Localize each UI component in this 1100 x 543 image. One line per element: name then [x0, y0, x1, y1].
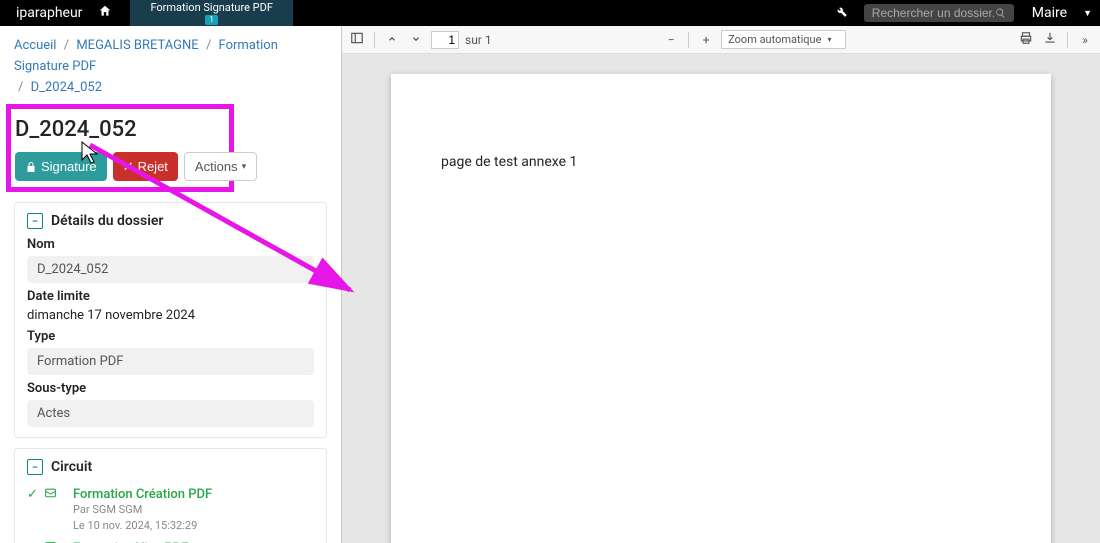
- page-down-icon[interactable]: [407, 33, 425, 47]
- pdf-page: page de test annexe 1: [391, 74, 1051, 543]
- tab-badge: 1: [205, 15, 218, 25]
- username: Maire: [1028, 5, 1071, 21]
- zoom-in-icon[interactable]: +: [697, 33, 715, 47]
- caret-down-icon[interactable]: ▼: [1077, 8, 1092, 19]
- search-box[interactable]: [864, 4, 1014, 22]
- breadcrumb-item[interactable]: D_2024_052: [31, 80, 102, 95]
- panel-title: Détails du dossier: [51, 213, 163, 229]
- circuit-panel: − Circuit ✓ Formation Création PDF Par S…: [14, 448, 327, 543]
- panel-title: Circuit: [51, 459, 92, 475]
- check-icon: ✓: [27, 487, 38, 504]
- page-input[interactable]: [431, 31, 459, 49]
- user-menu[interactable]: Maire: [1022, 5, 1077, 21]
- brand: iparapheur: [8, 5, 90, 21]
- pdf-viewer: sur 1 − + Zoom automatique ▾ » page de t…: [341, 26, 1100, 543]
- circuit-step: ✓ Formation Création PDF Par SGM SGM Le …: [27, 483, 314, 537]
- zoom-out-icon[interactable]: −: [662, 33, 680, 47]
- breadcrumb: Accueil / MEGALIS BRETAGNE / Formation S…: [14, 36, 327, 98]
- more-icon[interactable]: »: [1076, 33, 1094, 47]
- circuit-step: ✓ Formation Visa PDF Par DGS elodie.tess…: [27, 537, 314, 543]
- pdf-toolbar: sur 1 − + Zoom automatique ▾ »: [342, 26, 1100, 54]
- sidebar-toggle-icon[interactable]: [348, 31, 366, 48]
- page-total: sur 1: [465, 33, 492, 47]
- dossier-title: D_2024_052: [15, 117, 225, 142]
- field-label: Date limite: [27, 289, 314, 304]
- tab-dossier[interactable]: Formation Signature PDF 1: [130, 0, 292, 26]
- page-up-icon[interactable]: [383, 33, 401, 47]
- caret-down-icon: ▾: [242, 161, 247, 172]
- field-value: Actes: [27, 400, 314, 427]
- search-input[interactable]: [872, 6, 995, 20]
- search-icon: [995, 7, 1006, 19]
- field-label: Nom: [27, 237, 314, 252]
- wrench-icon[interactable]: [826, 4, 856, 22]
- field-value: Formation PDF: [27, 348, 314, 375]
- home-icon[interactable]: [90, 4, 120, 22]
- signature-icon: [25, 161, 37, 173]
- collapse-icon[interactable]: −: [27, 213, 43, 229]
- circuit-step-title[interactable]: Formation Création PDF: [73, 487, 212, 502]
- breadcrumb-item[interactable]: Accueil: [14, 38, 56, 53]
- pdf-text-line: page de test annexe 1: [441, 154, 1001, 170]
- circuit-step-date: Le 10 nov. 2024, 15:32:29: [73, 518, 212, 533]
- left-pane: Accueil / MEGALIS BRETAGNE / Formation S…: [0, 26, 341, 543]
- tab-label: Formation Signature PDF: [150, 1, 272, 14]
- circuit-step-by: Par SGM SGM: [73, 502, 212, 517]
- details-panel: − Détails du dossier Nom D_2024_052 Date…: [14, 202, 327, 438]
- actions-dropdown[interactable]: Actions ▾: [184, 152, 257, 181]
- field-value: dimanche 17 novembre 2024: [27, 308, 314, 323]
- pdf-body[interactable]: page de test annexe 1: [342, 54, 1100, 543]
- flag-icon: [44, 487, 57, 504]
- field-value: D_2024_052: [27, 256, 314, 283]
- download-icon[interactable]: [1041, 31, 1059, 48]
- field-label: Sous-type: [27, 381, 314, 396]
- reject-button[interactable]: ✕ Rejet: [113, 152, 178, 181]
- signature-button[interactable]: Signature: [15, 152, 107, 181]
- collapse-icon[interactable]: −: [27, 459, 43, 475]
- breadcrumb-item[interactable]: MEGALIS BRETAGNE: [76, 38, 198, 53]
- chevron-down-icon: ▾: [827, 35, 831, 44]
- field-label: Type: [27, 329, 314, 344]
- print-icon[interactable]: [1017, 31, 1035, 48]
- close-icon: ✕: [123, 159, 134, 175]
- zoom-select[interactable]: Zoom automatique ▾: [721, 30, 846, 49]
- topbar: iparapheur Formation Signature PDF 1 Mai…: [0, 0, 1100, 26]
- annotation-highlight-box: D_2024_052 Signature ✕ Rejet Actions ▾: [6, 104, 234, 192]
